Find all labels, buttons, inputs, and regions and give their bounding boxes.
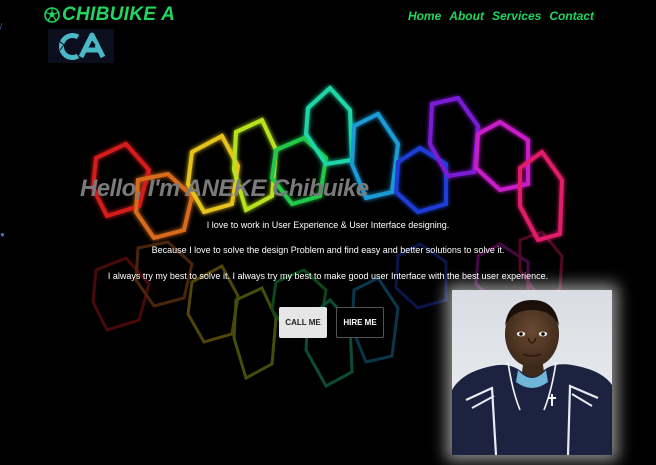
ca-logo-graphic [58,32,106,60]
landing-page: / ● CHIBUIKE A Home About Services Conta… [0,0,656,465]
hero-line-3: I always try my best to solve it. I alwa… [107,271,549,281]
nav-contact[interactable]: Contact [549,9,594,23]
nav-services[interactable]: Services [492,9,541,23]
hero-line-1: I love to work in User Experience & User… [206,220,450,230]
main-nav: Home About Services Contact [408,9,594,23]
brand[interactable]: CHIBUIKE A [44,4,175,26]
profile-photo [452,290,612,455]
hire-me-button[interactable]: HIRE ME [336,307,384,338]
ca-logo [48,29,114,63]
nav-home[interactable]: Home [408,9,441,23]
edge-marker: ● [0,230,5,239]
hero-title: Hello, I'm ANEKE Chibuike [80,175,369,202]
brand-name: CHIBUIKE A [62,4,176,25]
soccer-ball-icon [44,7,60,23]
profile-photo-graphic [452,290,612,455]
edge-marker: / [0,22,3,31]
hero-line-2: Because I love to solve the design Probl… [151,245,505,255]
call-me-button[interactable]: CALL ME [279,307,327,338]
nav-about[interactable]: About [449,9,484,23]
